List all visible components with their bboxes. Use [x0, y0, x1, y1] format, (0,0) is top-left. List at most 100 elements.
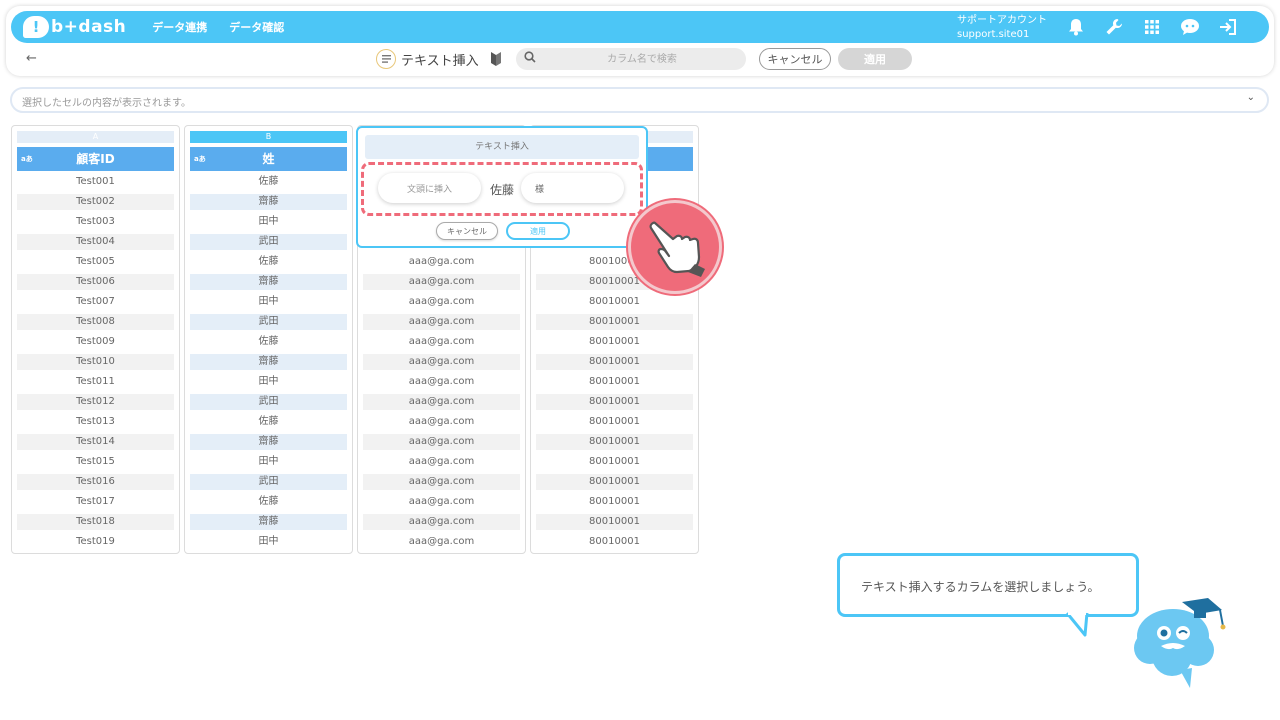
wrench-icon[interactable]: [1103, 17, 1125, 37]
table-cell[interactable]: 80010001: [536, 494, 693, 510]
table-cell[interactable]: 武田: [190, 474, 347, 490]
grid-menu-icon[interactable]: [1141, 17, 1163, 37]
table-cell[interactable]: 佐藤: [190, 174, 347, 190]
table-cell[interactable]: Test015: [17, 454, 174, 470]
table-cell[interactable]: Test001: [17, 174, 174, 190]
table-cell[interactable]: Test018: [17, 514, 174, 530]
table-cell[interactable]: Test014: [17, 434, 174, 450]
table-cell[interactable]: 齋藤: [190, 514, 347, 530]
column-a[interactable]: A aあ 顧客ID Test001 Test002 Test003 Test00…: [11, 125, 180, 554]
popup-apply-button[interactable]: 適用: [506, 222, 570, 240]
table-cell[interactable]: 80010001: [536, 514, 693, 530]
table-cell[interactable]: 80010001: [536, 394, 693, 410]
apply-button[interactable]: 適用: [838, 48, 912, 70]
table-cell[interactable]: 田中: [190, 374, 347, 390]
table-cell[interactable]: Test009: [17, 334, 174, 350]
table-cell[interactable]: aaa@ga.com: [363, 494, 520, 510]
prefix-input[interactable]: 文頭に挿入: [378, 173, 481, 203]
popup-cancel-button[interactable]: キャンセル: [436, 222, 498, 240]
table-cell[interactable]: aaa@ga.com: [363, 514, 520, 530]
table-cell[interactable]: Test016: [17, 474, 174, 490]
column-cells: 80010001 80010001 80010001 80010001 8001…: [536, 254, 693, 554]
table-cell[interactable]: aaa@ga.com: [363, 434, 520, 450]
table-cell[interactable]: 武田: [190, 234, 347, 250]
table-cell[interactable]: Test004: [17, 234, 174, 250]
table-cell[interactable]: 80010001: [536, 294, 693, 310]
cell-content-bar[interactable]: 選択したセルの内容が表示されます。 ⌄: [10, 87, 1269, 113]
table-cell[interactable]: 武田: [190, 314, 347, 330]
table-cell[interactable]: aaa@ga.com: [363, 394, 520, 410]
app-logo[interactable]: ! b+dash: [23, 16, 126, 38]
table-cell[interactable]: 齋藤: [190, 434, 347, 450]
table-cell[interactable]: aaa@ga.com: [363, 314, 520, 330]
table-cell[interactable]: aaa@ga.com: [363, 334, 520, 350]
table-cell[interactable]: 佐藤: [190, 414, 347, 430]
search-icon: [524, 51, 536, 66]
table-cell[interactable]: Test008: [17, 314, 174, 330]
column-header[interactable]: aあ 顧客ID: [17, 147, 174, 171]
table-cell[interactable]: 80010001: [536, 434, 693, 450]
table-cell[interactable]: 田中: [190, 534, 347, 550]
table-cell[interactable]: Test011: [17, 374, 174, 390]
logo-text: b+dash: [51, 17, 127, 37]
table-cell[interactable]: 佐藤: [190, 334, 347, 350]
table-cell[interactable]: 80010001: [536, 314, 693, 330]
table-cell[interactable]: Test007: [17, 294, 174, 310]
table-cell[interactable]: aaa@ga.com: [363, 454, 520, 470]
table-cell[interactable]: 80010001: [536, 534, 693, 550]
column-cells: 佐藤 齋藤 田中 武田 佐藤 齋藤 田中 武田 佐藤 齋藤 田中 武田 佐藤 齋…: [190, 174, 347, 554]
balloon-tail: [1065, 611, 1089, 637]
table-cell[interactable]: 武田: [190, 394, 347, 410]
table-cell[interactable]: 佐藤: [190, 254, 347, 270]
table-cell[interactable]: Test005: [17, 254, 174, 270]
suffix-input[interactable]: 様: [521, 173, 624, 203]
table-cell[interactable]: aaa@ga.com: [363, 294, 520, 310]
support-chat-icon[interactable]: [1179, 17, 1201, 37]
table-cell[interactable]: Test013: [17, 414, 174, 430]
table-cell[interactable]: Test006: [17, 274, 174, 290]
table-cell[interactable]: aaa@ga.com: [363, 374, 520, 390]
column-b[interactable]: B aあ 姓 佐藤 齋藤 田中 武田 佐藤 齋藤 田中 武田 佐藤 齋藤 田中 …: [184, 125, 353, 554]
table-cell[interactable]: Test017: [17, 494, 174, 510]
table-cell[interactable]: aaa@ga.com: [363, 274, 520, 290]
table-cell[interactable]: Test010: [17, 354, 174, 370]
table-cell[interactable]: 80010001: [536, 354, 693, 370]
table-cell[interactable]: 80010001: [536, 474, 693, 490]
table-cell[interactable]: Test012: [17, 394, 174, 410]
account-info[interactable]: サポートアカウント support.site01: [957, 14, 1047, 42]
table-cell[interactable]: 齋藤: [190, 194, 347, 210]
table-cell[interactable]: Test003: [17, 214, 174, 230]
table-cell[interactable]: 田中: [190, 454, 347, 470]
bell-icon[interactable]: [1065, 17, 1087, 37]
table-cell[interactable]: 80010001: [536, 454, 693, 470]
table-cell[interactable]: 齋藤: [190, 354, 347, 370]
table-cell[interactable]: 田中: [190, 214, 347, 230]
text-type-badge: aあ: [194, 155, 206, 163]
table-cell[interactable]: aaa@ga.com: [363, 414, 520, 430]
table-cell[interactable]: Test019: [17, 534, 174, 550]
cancel-button[interactable]: キャンセル: [759, 48, 831, 70]
table-cell[interactable]: aaa@ga.com: [363, 254, 520, 270]
nav-data-integration[interactable]: データ連携: [152, 19, 207, 35]
tap-pointer: [628, 200, 722, 294]
logout-icon[interactable]: [1217, 17, 1239, 37]
beginner-guide-icon[interactable]: [490, 51, 502, 67]
table-cell[interactable]: 齋藤: [190, 274, 347, 290]
table-cell[interactable]: Test002: [17, 194, 174, 210]
back-arrow-icon[interactable]: ←: [26, 51, 37, 66]
table-cell[interactable]: 佐藤: [190, 494, 347, 510]
screen-title: テキスト挿入: [401, 54, 479, 69]
table-cell[interactable]: 80010001: [536, 414, 693, 430]
column-search-input[interactable]: [544, 48, 740, 70]
table-cell[interactable]: 田中: [190, 294, 347, 310]
column-header[interactable]: aあ 姓: [190, 147, 347, 171]
nav-data-check[interactable]: データ確認: [229, 19, 284, 35]
table-cell[interactable]: aaa@ga.com: [363, 474, 520, 490]
guide-message: テキスト挿入するカラムを選択しましょう。: [861, 580, 1100, 594]
column-letter: A: [17, 131, 174, 143]
chevron-down-icon[interactable]: ⌄: [1247, 92, 1255, 103]
table-cell[interactable]: aaa@ga.com: [363, 354, 520, 370]
table-cell[interactable]: 80010001: [536, 334, 693, 350]
table-cell[interactable]: aaa@ga.com: [363, 534, 520, 550]
table-cell[interactable]: 80010001: [536, 374, 693, 390]
